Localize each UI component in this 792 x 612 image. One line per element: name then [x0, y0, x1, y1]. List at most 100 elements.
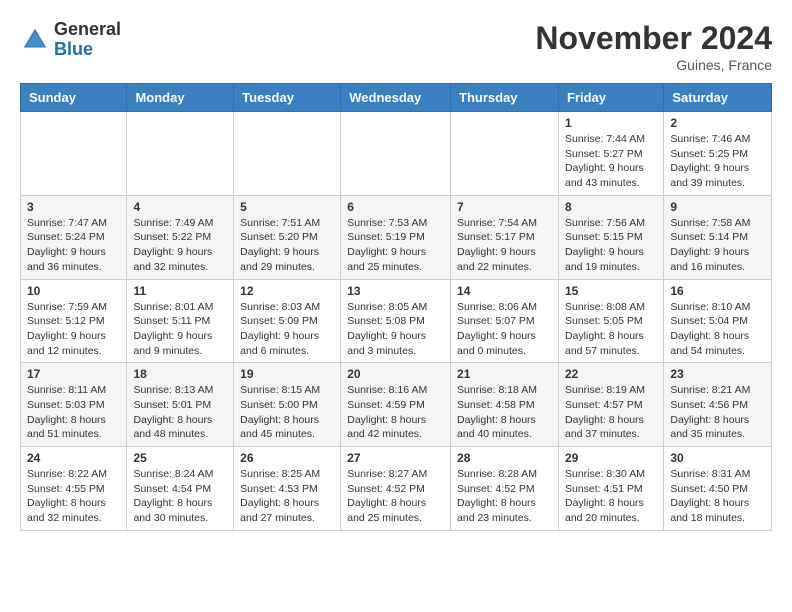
day-info: Sunrise: 8:15 AMSunset: 5:00 PMDaylight:…	[240, 383, 334, 442]
day-cell: 4 Sunrise: 7:49 AMSunset: 5:22 PMDaylight…	[127, 195, 234, 279]
day-cell: 8 Sunrise: 7:56 AMSunset: 5:15 PMDaylight…	[558, 195, 663, 279]
day-number: 11	[133, 284, 227, 298]
day-info: Sunrise: 7:53 AMSunset: 5:19 PMDaylight:…	[347, 216, 444, 275]
day-info: Sunrise: 8:16 AMSunset: 4:59 PMDaylight:…	[347, 383, 444, 442]
day-number: 26	[240, 451, 334, 465]
day-cell: 17 Sunrise: 8:11 AMSunset: 5:03 PMDayligh…	[21, 363, 127, 447]
day-cell: 25Sunrise: 8:24 AMSunset: 4:54 PMDayligh…	[127, 447, 234, 531]
day-number: 2	[670, 116, 765, 130]
day-info: Sunrise: 8:19 AMSunset: 4:57 PMDaylight:…	[565, 383, 657, 442]
logo-general-text: General	[54, 20, 121, 40]
day-cell: 1 Sunrise: 7:44 AMSunset: 5:27 PMDaylight…	[558, 112, 663, 196]
day-info: Sunrise: 8:05 AMSunset: 5:08 PMDaylight:…	[347, 300, 444, 359]
day-number: 3	[27, 200, 120, 214]
day-cell: 24 Sunrise: 8:22 AMSunset: 4:55 PMDayligh…	[21, 447, 127, 531]
day-info: Sunrise: 8:27 AMSunset: 4:52 PMDaylight:…	[347, 467, 444, 526]
day-number: 24	[27, 451, 120, 465]
calendar-table: Sunday Monday Tuesday Wednesday Thursday…	[20, 83, 772, 531]
day-info: Sunrise: 7:46 AMSunset: 5:25 PMDaylight:…	[670, 132, 765, 191]
day-number: 29	[565, 451, 657, 465]
day-number: 7	[457, 200, 552, 214]
day-info: Sunrise: 7:49 AMSunset: 5:22 PMDaylight:…	[133, 216, 227, 275]
logo-text: General Blue	[54, 20, 121, 60]
day-info: Sunrise: 8:13 AMSunset: 5:01 PMDaylight:…	[133, 383, 227, 442]
day-info: Sunrise: 8:08 AMSunset: 5:05 PMDaylight:…	[565, 300, 657, 359]
day-cell	[451, 112, 559, 196]
week-row-5: 24 Sunrise: 8:22 AMSunset: 4:55 PMDayligh…	[21, 447, 772, 531]
day-info: Sunrise: 8:22 AMSunset: 4:55 PMDaylight:…	[27, 467, 120, 526]
day-cell: 13 Sunrise: 8:05 AMSunset: 5:08 PMDayligh…	[341, 279, 451, 363]
location: Guines, France	[535, 57, 772, 73]
day-info: Sunrise: 8:03 AMSunset: 5:09 PMDaylight:…	[240, 300, 334, 359]
header-sunday: Sunday	[21, 84, 127, 112]
day-number: 18	[133, 367, 227, 381]
day-cell: 27Sunrise: 8:27 AMSunset: 4:52 PMDayligh…	[341, 447, 451, 531]
day-cell: 11 Sunrise: 8:01 AMSunset: 5:11 PMDayligh…	[127, 279, 234, 363]
header-tuesday: Tuesday	[234, 84, 341, 112]
calendar-header-row: Sunday Monday Tuesday Wednesday Thursday…	[21, 84, 772, 112]
day-number: 5	[240, 200, 334, 214]
day-number: 30	[670, 451, 765, 465]
day-number: 19	[240, 367, 334, 381]
header: General Blue November 2024 Guines, Franc…	[20, 20, 772, 73]
day-info: Sunrise: 7:56 AMSunset: 5:15 PMDaylight:…	[565, 216, 657, 275]
day-number: 8	[565, 200, 657, 214]
day-number: 17	[27, 367, 120, 381]
week-row-4: 17 Sunrise: 8:11 AMSunset: 5:03 PMDayligh…	[21, 363, 772, 447]
day-cell: 28 Sunrise: 8:28 AMSunset: 4:52 PMDayligh…	[451, 447, 559, 531]
day-number: 28	[457, 451, 552, 465]
day-number: 10	[27, 284, 120, 298]
day-cell	[234, 112, 341, 196]
logo-blue-text: Blue	[54, 40, 121, 60]
day-number: 4	[133, 200, 227, 214]
day-cell: 14Sunrise: 8:06 AMSunset: 5:07 PMDayligh…	[451, 279, 559, 363]
day-cell: 19 Sunrise: 8:15 AMSunset: 5:00 PMDayligh…	[234, 363, 341, 447]
header-friday: Friday	[558, 84, 663, 112]
day-info: Sunrise: 8:01 AMSunset: 5:11 PMDaylight:…	[133, 300, 227, 359]
day-info: Sunrise: 8:30 AMSunset: 4:51 PMDaylight:…	[565, 467, 657, 526]
day-info: Sunrise: 7:54 AMSunset: 5:17 PMDaylight:…	[457, 216, 552, 275]
header-wednesday: Wednesday	[341, 84, 451, 112]
day-info: Sunrise: 8:06 AMSunset: 5:07 PMDaylight:…	[457, 300, 552, 359]
day-cell: 22 Sunrise: 8:19 AMSunset: 4:57 PMDayligh…	[558, 363, 663, 447]
header-saturday: Saturday	[664, 84, 772, 112]
day-cell: 2 Sunrise: 7:46 AMSunset: 5:25 PMDaylight…	[664, 112, 772, 196]
day-cell: 18 Sunrise: 8:13 AMSunset: 5:01 PMDayligh…	[127, 363, 234, 447]
header-thursday: Thursday	[451, 84, 559, 112]
day-cell: 9 Sunrise: 7:58 AMSunset: 5:14 PMDaylight…	[664, 195, 772, 279]
day-cell	[341, 112, 451, 196]
day-number: 15	[565, 284, 657, 298]
day-cell: 6Sunrise: 7:53 AMSunset: 5:19 PMDaylight…	[341, 195, 451, 279]
day-number: 9	[670, 200, 765, 214]
day-cell	[127, 112, 234, 196]
week-row-3: 10Sunrise: 7:59 AMSunset: 5:12 PMDayligh…	[21, 279, 772, 363]
logo: General Blue	[20, 20, 121, 60]
day-info: Sunrise: 7:58 AMSunset: 5:14 PMDaylight:…	[670, 216, 765, 275]
day-cell: 3Sunrise: 7:47 AMSunset: 5:24 PMDaylight…	[21, 195, 127, 279]
header-monday: Monday	[127, 84, 234, 112]
day-number: 1	[565, 116, 657, 130]
logo-icon	[20, 25, 50, 55]
day-info: Sunrise: 8:10 AMSunset: 5:04 PMDaylight:…	[670, 300, 765, 359]
day-cell: 23Sunrise: 8:21 AMSunset: 4:56 PMDayligh…	[664, 363, 772, 447]
day-number: 21	[457, 367, 552, 381]
day-number: 25	[133, 451, 227, 465]
day-number: 22	[565, 367, 657, 381]
day-cell: 29 Sunrise: 8:30 AMSunset: 4:51 PMDayligh…	[558, 447, 663, 531]
day-info: Sunrise: 7:44 AMSunset: 5:27 PMDaylight:…	[565, 132, 657, 191]
day-cell: 21 Sunrise: 8:18 AMSunset: 4:58 PMDayligh…	[451, 363, 559, 447]
day-info: Sunrise: 8:25 AMSunset: 4:53 PMDaylight:…	[240, 467, 334, 526]
day-cell: 26 Sunrise: 8:25 AMSunset: 4:53 PMDayligh…	[234, 447, 341, 531]
day-info: Sunrise: 8:18 AMSunset: 4:58 PMDaylight:…	[457, 383, 552, 442]
day-cell: 7 Sunrise: 7:54 AMSunset: 5:17 PMDaylight…	[451, 195, 559, 279]
day-info: Sunrise: 8:21 AMSunset: 4:56 PMDaylight:…	[670, 383, 765, 442]
day-info: Sunrise: 8:28 AMSunset: 4:52 PMDaylight:…	[457, 467, 552, 526]
week-row-1: 1 Sunrise: 7:44 AMSunset: 5:27 PMDaylight…	[21, 112, 772, 196]
day-cell: 30Sunrise: 8:31 AMSunset: 4:50 PMDayligh…	[664, 447, 772, 531]
day-cell: 20Sunrise: 8:16 AMSunset: 4:59 PMDayligh…	[341, 363, 451, 447]
title-area: November 2024 Guines, France	[535, 20, 772, 73]
day-number: 12	[240, 284, 334, 298]
day-number: 13	[347, 284, 444, 298]
day-cell: 5Sunrise: 7:51 AMSunset: 5:20 PMDaylight…	[234, 195, 341, 279]
day-info: Sunrise: 8:11 AMSunset: 5:03 PMDaylight:…	[27, 383, 120, 442]
